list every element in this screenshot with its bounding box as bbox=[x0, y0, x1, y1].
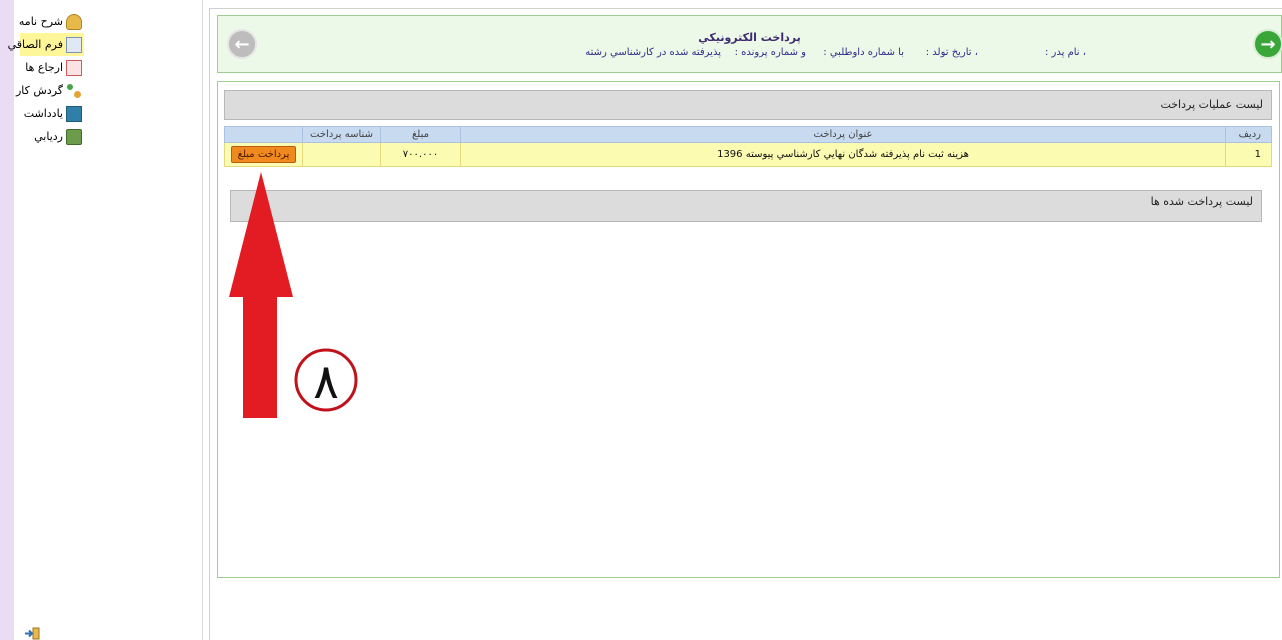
annotation-arrow bbox=[229, 172, 293, 418]
annotation-overlay: ۸ bbox=[229, 172, 358, 418]
annotation-step-number: ۸ bbox=[313, 354, 339, 410]
